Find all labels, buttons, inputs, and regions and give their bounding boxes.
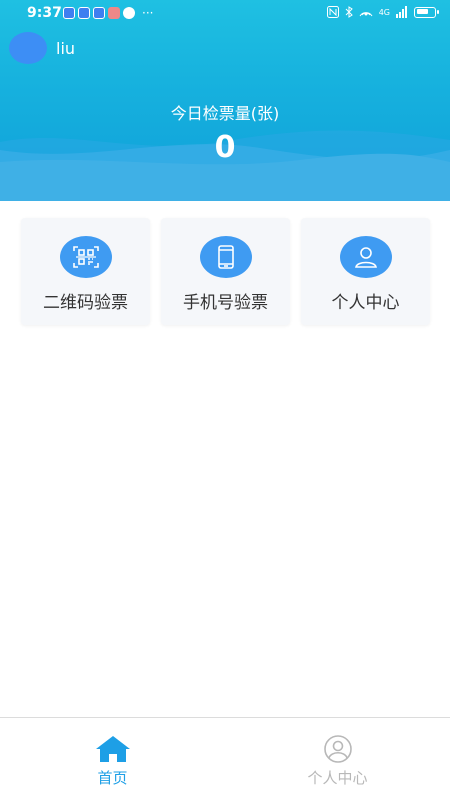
- avatar[interactable]: [9, 32, 47, 64]
- chat-icon: [123, 7, 135, 19]
- personal-center-button[interactable]: 个人中心: [301, 218, 430, 325]
- status-bar: 9:37 ··· 4G: [0, 0, 450, 26]
- notification-icons: ···: [63, 6, 153, 20]
- qr-code-icon: [59, 236, 112, 278]
- ticket-count-value: 0: [214, 130, 236, 165]
- qr-verify-button[interactable]: 二维码验票: [21, 218, 150, 325]
- tab-home[interactable]: 首页: [0, 718, 225, 801]
- network-type: 4G: [378, 7, 390, 17]
- signal-icon: [396, 6, 407, 18]
- tab-bar: 首页 个人中心: [0, 717, 450, 801]
- hotspot-icon: [359, 12, 373, 17]
- personal-center-label: 个人中心: [331, 293, 400, 313]
- phone-verify-button[interactable]: 手机号验票: [161, 218, 290, 325]
- status-time: 9:37: [27, 5, 62, 21]
- app-icon: [93, 7, 105, 19]
- user-circle-icon: [322, 734, 354, 764]
- action-grid: 二维码验票 手机号验票 个人中心: [21, 218, 430, 325]
- more-notifications: ···: [142, 6, 154, 20]
- phone-verify-label: 手机号验票: [183, 293, 268, 313]
- book-icon: [108, 7, 120, 19]
- battery-icon: [414, 6, 439, 18]
- username: liu: [56, 39, 76, 58]
- home-icon: [95, 734, 131, 764]
- system-icons: 4G: [326, 6, 439, 18]
- bluetooth-icon: [345, 6, 353, 18]
- mail-icon: [63, 7, 75, 19]
- phone-icon: [199, 236, 252, 278]
- tab-personal-center-label: 个人中心: [307, 769, 368, 787]
- user-icon: [339, 236, 392, 278]
- tab-personal-center[interactable]: 个人中心: [225, 718, 450, 801]
- cloud-icon: [78, 7, 90, 19]
- nfc-icon: [326, 6, 339, 18]
- tab-home-label: 首页: [97, 769, 128, 787]
- ticket-count-label: 今日检票量(张): [170, 104, 280, 123]
- qr-verify-label: 二维码验票: [43, 293, 128, 313]
- header: 9:37 ··· 4G liu 今日检票量(张) 0: [0, 0, 450, 201]
